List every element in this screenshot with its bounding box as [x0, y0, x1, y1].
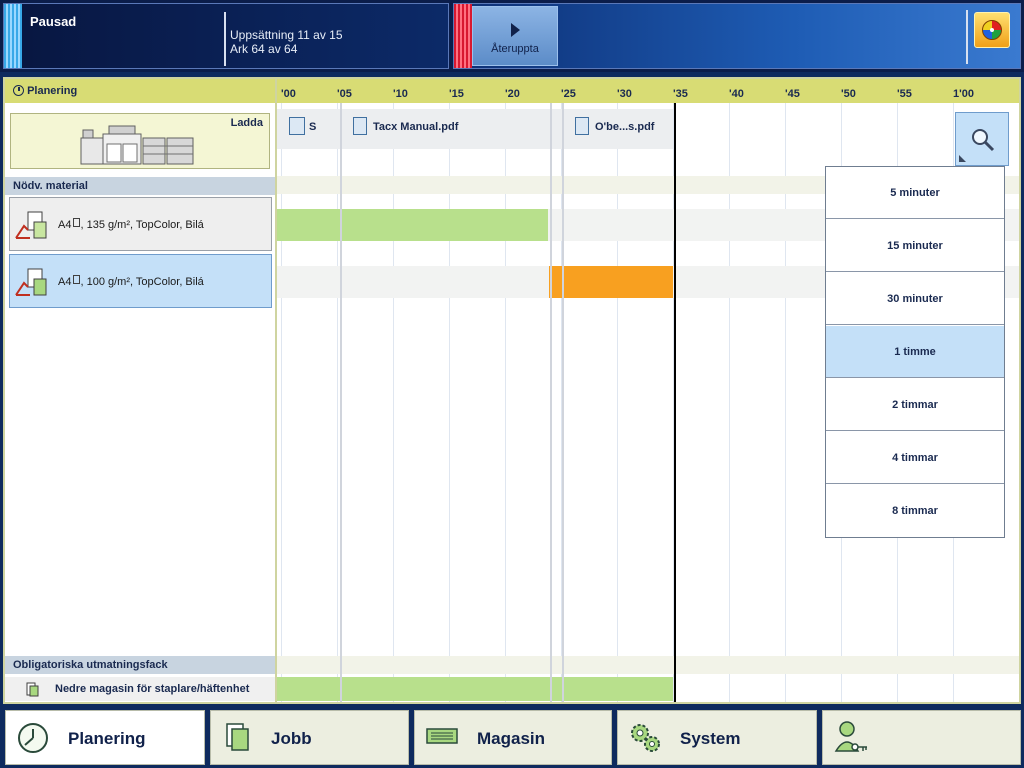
play-icon	[510, 23, 520, 37]
print-queue-icon	[289, 117, 305, 135]
material-usage-bar-active	[549, 266, 673, 298]
timeline-tick: '00	[281, 88, 296, 100]
status-title: Pausad	[30, 14, 77, 29]
bottom-navigation: Planering Jobb Magasin System	[0, 706, 1024, 768]
resume-label: Återuppta	[491, 43, 539, 55]
set-progress: Uppsättning 11 av 15	[230, 28, 343, 42]
tab-magasin[interactable]: Magasin	[414, 710, 612, 765]
zoom-option[interactable]: 4 timmar	[826, 432, 1004, 484]
zoom-menu: 5 minuter 15 minuter 30 minuter 1 timme …	[825, 166, 1005, 538]
tab-system[interactable]: System	[617, 710, 817, 765]
zoom-option[interactable]: 2 timmar	[826, 379, 1004, 431]
material-card[interactable]: A4 , 100 g/m², TopColor, Bilá	[9, 254, 272, 308]
job-title: S	[309, 121, 317, 133]
job-block[interactable]: Tacx Manual.pdf	[353, 117, 458, 135]
paper-spec: , 100 g/m², TopColor, Bilá	[80, 276, 204, 288]
timeline-tick: '35	[673, 88, 688, 100]
magnifier-icon	[972, 129, 995, 152]
paper-stack-icon	[15, 211, 47, 239]
required-material-header: Nödv. material	[5, 177, 275, 195]
timeline-tick: '40	[729, 88, 744, 100]
planning-header-label: Planering	[27, 85, 78, 97]
paper-size: A4	[58, 276, 72, 288]
timeline-tick: '55	[897, 88, 912, 100]
clock-icon	[13, 85, 24, 96]
paper-spec: , 135 g/m², TopColor, Bilá	[80, 219, 204, 231]
timeline-tick: '25	[561, 88, 576, 100]
job-control-panel: Återuppta	[453, 3, 1021, 69]
tab-planering[interactable]: Planering	[5, 710, 205, 765]
timeline-tick: '20	[505, 88, 520, 100]
document-icon	[575, 117, 589, 135]
printer-load-button[interactable]: Ladda	[10, 113, 270, 169]
job-title: Tacx Manual.pdf	[373, 121, 459, 133]
paper-size: A4	[58, 219, 72, 231]
top-status-bar: Pausad Uppsättning 11 av 15 Ark 64 av 64…	[0, 0, 1024, 72]
divider	[966, 10, 968, 64]
tab-user-access[interactable]	[822, 710, 1021, 765]
tab-label: Planering	[68, 729, 146, 748]
tab-label: Magasin	[477, 729, 546, 748]
corner-arrow-icon	[959, 155, 966, 162]
printer-icon	[80, 125, 194, 165]
current-time-line	[674, 103, 676, 702]
timeline-tick: '15	[449, 88, 464, 100]
paper-tray-icon	[426, 728, 458, 744]
planning-sidebar: Planering Ladda Nödv. material A4 , 135 …	[5, 79, 277, 702]
zoom-option-selected[interactable]: 1 timme	[826, 326, 1004, 378]
zoom-option[interactable]: 8 timmar	[826, 485, 1004, 537]
zoom-button[interactable]	[955, 112, 1009, 166]
load-label: Ladda	[230, 117, 263, 129]
material-card[interactable]: A4 , 135 g/m², TopColor, Bilá	[9, 197, 272, 251]
gears-icon	[631, 724, 660, 752]
user-key-icon	[834, 721, 867, 752]
divider	[224, 12, 226, 66]
resume-button[interactable]: Återuppta	[472, 6, 558, 66]
timeline-tick: 1'00	[953, 88, 974, 100]
output-tray-item[interactable]: Nedre magasin för staplare/häftenhet	[5, 677, 275, 701]
job-title: O'be...s.pdf	[595, 121, 655, 133]
media-button[interactable]	[974, 12, 1010, 48]
zoom-option[interactable]: 30 minuter	[826, 273, 1004, 325]
zoom-option[interactable]: 15 minuter	[826, 220, 1004, 272]
timeline-tick: '30	[617, 88, 632, 100]
paper-stack-icon	[15, 268, 47, 296]
timeline-tick: '45	[785, 88, 800, 100]
tab-jobb[interactable]: Jobb	[210, 710, 409, 765]
timeline-tick: '10	[393, 88, 408, 100]
planning-header: Planering	[5, 79, 275, 103]
error-indicator-stripe	[454, 4, 472, 68]
job-block[interactable]: O'be...s.pdf	[575, 117, 654, 135]
tab-label: System	[680, 729, 741, 748]
output-usage-bar	[277, 677, 673, 701]
sheet-progress: Ark 64 av 64	[230, 42, 298, 56]
output-trays-header: Obligatoriska utmatningsfack	[5, 656, 275, 674]
tab-label: Jobb	[271, 729, 312, 748]
cd-disc-icon	[982, 20, 1002, 40]
output-tray-label: Nedre magasin för staplare/häftenhet	[55, 683, 250, 695]
stacker-icon	[26, 682, 39, 697]
timeline-tick: '05	[337, 88, 352, 100]
document-icon	[226, 723, 249, 751]
status-indicator-stripe	[4, 4, 22, 68]
clock-icon	[18, 723, 48, 753]
material-usage-bar	[277, 209, 548, 241]
output-band	[277, 656, 1019, 674]
timeline-tick: '50	[841, 88, 856, 100]
job-block[interactable]: S	[289, 117, 316, 135]
document-icon	[353, 117, 367, 135]
printer-status-panel[interactable]: Pausad Uppsättning 11 av 15 Ark 64 av 64	[3, 3, 449, 69]
zoom-option[interactable]: 5 minuter	[826, 167, 1004, 219]
